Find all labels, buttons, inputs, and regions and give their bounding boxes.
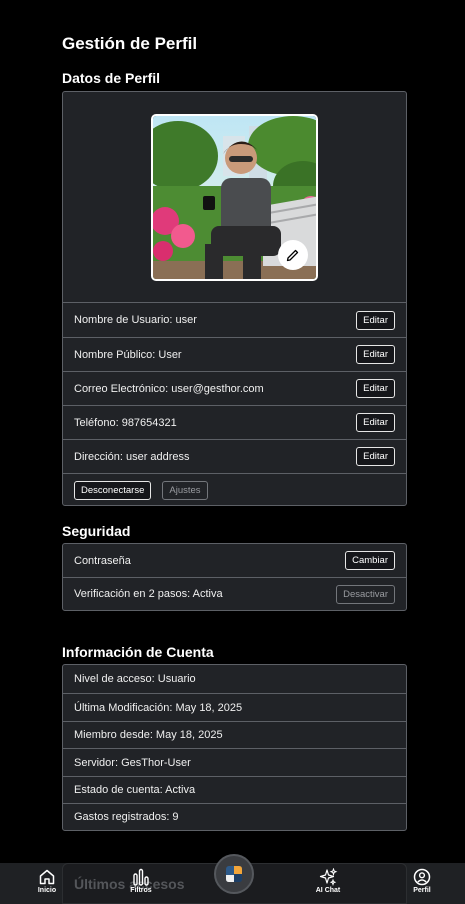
account-info-row: Nivel de acceso: Usuario bbox=[63, 665, 406, 693]
profile-actions-row: Desconectarse Ajustes bbox=[63, 473, 406, 505]
profile-card: Nombre de Usuario: user Editar Nombre Pú… bbox=[62, 91, 407, 506]
edit-display-name-button[interactable]: Editar bbox=[356, 345, 395, 364]
nav-home[interactable]: Inicio bbox=[22, 868, 72, 894]
edit-photo-button[interactable] bbox=[278, 239, 308, 270]
account-card: Nivel de acceso: Usuario Última Modifica… bbox=[62, 664, 407, 831]
nav-profile-label: Perfil bbox=[413, 887, 431, 894]
user-circle-icon bbox=[413, 868, 431, 886]
nav-ai-chat[interactable]: AI Chat bbox=[303, 868, 353, 894]
expenses-count-text: Gastos registrados: 9 bbox=[74, 811, 179, 823]
password-label: Contraseña bbox=[74, 554, 131, 567]
field-username-label: Nombre de Usuario: user bbox=[74, 314, 197, 326]
edit-phone-button[interactable]: Editar bbox=[356, 413, 395, 432]
avatar-container bbox=[63, 92, 406, 302]
edit-email-button[interactable]: Editar bbox=[356, 379, 395, 398]
security-section-title: Seguridad bbox=[62, 523, 131, 539]
sparkles-icon bbox=[319, 868, 338, 886]
server-text: Servidor: GesThor-User bbox=[74, 756, 191, 769]
account-info-row: Servidor: GesThor-User bbox=[63, 748, 406, 776]
account-section-title: Información de Cuenta bbox=[62, 644, 214, 660]
edit-address-button[interactable]: Editar bbox=[356, 447, 395, 466]
field-username-row: Nombre de Usuario: user Editar bbox=[63, 303, 406, 337]
nav-ai-chat-label: AI Chat bbox=[315, 887, 341, 894]
account-info-row: Estado de cuenta: Activa bbox=[63, 776, 406, 803]
account-info-row: Última Modificación: May 18, 2025 bbox=[63, 693, 406, 721]
pencil-icon bbox=[286, 249, 299, 261]
field-email-row: Correo Electrónico: user@gesthor.com Edi… bbox=[63, 371, 406, 405]
profile-section-title: Datos de Perfil bbox=[62, 70, 161, 86]
edit-username-button[interactable]: Editar bbox=[356, 310, 395, 330]
password-row: Contraseña Cambiar bbox=[63, 544, 406, 577]
field-phone-row: Teléfono: 987654321 Editar bbox=[63, 405, 406, 439]
twofa-row: Verificación en 2 pasos: Activa Desactiv… bbox=[63, 577, 406, 610]
twofa-label: Verificación en 2 pasos: Activa bbox=[74, 588, 223, 600]
nav-profile[interactable]: Perfil bbox=[397, 868, 447, 894]
app-logo-icon bbox=[226, 866, 242, 882]
account-status-text: Estado de cuenta: Activa bbox=[74, 784, 196, 796]
field-address-label: Dirección: user address bbox=[74, 450, 190, 463]
security-card: Contraseña Cambiar Verificación en 2 pas… bbox=[62, 543, 407, 611]
page-title: Gestión de Perfil bbox=[62, 34, 198, 53]
profile-fields: Nombre de Usuario: user Editar Nombre Pú… bbox=[63, 302, 406, 505]
member-since-text: Miembro desde: May 18, 2025 bbox=[74, 729, 223, 741]
avatar bbox=[151, 113, 318, 281]
field-phone-label: Teléfono: 987654321 bbox=[74, 416, 177, 429]
change-password-button[interactable]: Cambiar bbox=[345, 551, 395, 570]
account-info-row: Gastos registrados: 9 bbox=[63, 803, 406, 830]
home-icon bbox=[39, 869, 55, 885]
field-email-label: Correo Electrónico: user@gesthor.com bbox=[74, 382, 264, 395]
field-display-name-label: Nombre Público: User bbox=[74, 348, 182, 361]
last-modified-text: Última Modificación: May 18, 2025 bbox=[74, 701, 243, 714]
bar-chart-icon bbox=[133, 868, 149, 886]
app-home-button[interactable] bbox=[214, 854, 254, 894]
settings-button[interactable]: Ajustes bbox=[162, 480, 208, 500]
logout-button[interactable]: Desconectarse bbox=[74, 480, 152, 500]
nav-home-label: Inicio bbox=[37, 887, 57, 894]
access-level-text: Nivel de acceso: Usuario bbox=[74, 673, 196, 685]
nav-filters[interactable]: Filtros bbox=[116, 868, 166, 894]
field-display-name-row: Nombre Público: User Editar bbox=[63, 337, 406, 371]
disable-twofa-button[interactable]: Desactivar bbox=[336, 584, 395, 604]
nav-filters-label: Filtros bbox=[130, 887, 152, 894]
account-info-row: Miembro desde: May 18, 2025 bbox=[63, 721, 406, 748]
field-address-row: Dirección: user address Editar bbox=[63, 439, 406, 473]
